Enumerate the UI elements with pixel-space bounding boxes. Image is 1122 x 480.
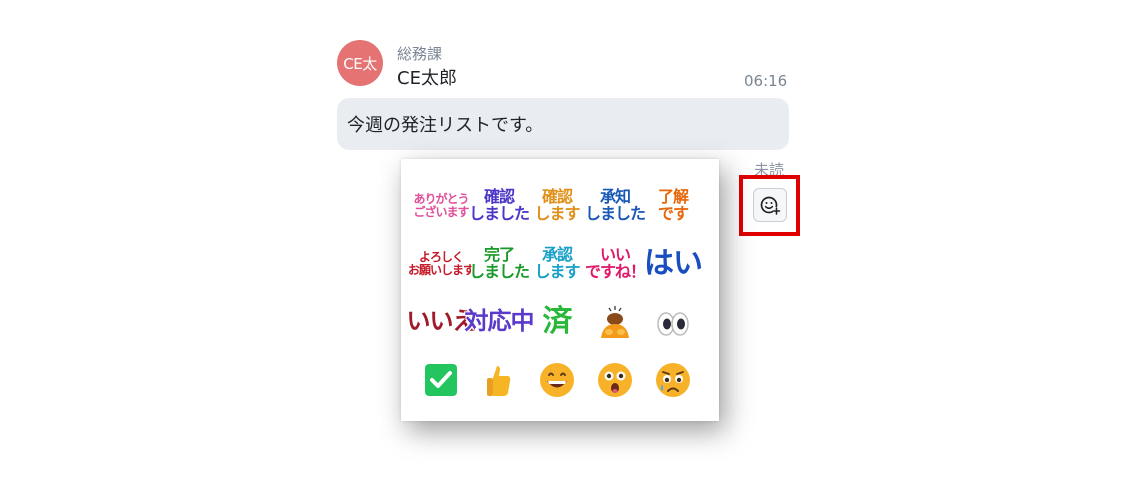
sticker-kakunin-shimasu[interactable]: 確認 します — [528, 177, 586, 235]
message-text: 今週の発注リストです。 — [347, 115, 544, 136]
sticker-arigatou[interactable]: ありがとう ございます — [412, 177, 470, 235]
sticker-line: 対応中 — [464, 307, 535, 336]
sticker-line: 済 — [542, 304, 573, 340]
sticker-ryoukai-desu-text: 了解 です — [657, 188, 689, 223]
sticker-yoroshiku[interactable]: よろしく お願いします — [408, 235, 475, 293]
bowing-person-emoji[interactable] — [586, 293, 644, 351]
sticker-line: しました — [469, 262, 530, 281]
add-reaction-icon — [760, 196, 781, 215]
sticker-kakunin-shimasu-text: 確認 します — [534, 188, 580, 223]
bowing-person-icon — [601, 306, 629, 338]
sticker-grid: ありがとう ございます 確認 しました 確認 します 承知 しました 了解 ですよろしく お願いしま… — [407, 177, 703, 409]
sticker-line: お願いします — [408, 263, 475, 277]
sticker-shounin-shimasu-text: 承認 します — [534, 246, 580, 281]
sticker-kanryou-shimashita-text: 完了 しました — [469, 246, 530, 281]
sticker-line: します — [534, 204, 580, 223]
astonished-face-emoji[interactable] — [586, 351, 644, 409]
sticker-ryoukai-desu[interactable]: 了解 です — [644, 177, 702, 235]
sticker-ii-desu-ne-text: いい ですね！ — [585, 246, 646, 281]
grinning-face-emoji[interactable] — [528, 351, 586, 409]
sticker-taiouchuu-text: 対応中 — [464, 307, 535, 336]
sticker-kakunin-shimashita-text: 確認 しました — [469, 188, 530, 223]
sticker-hai-text: はい — [644, 246, 703, 282]
sticker-shounin-shimasu[interactable]: 承認 します — [528, 235, 586, 293]
check-mark-icon — [425, 364, 457, 396]
department-label: 総務課 — [397, 45, 443, 63]
eyes-emoji[interactable] — [644, 293, 702, 351]
sticker-kakunin-shimashita[interactable]: 確認 しました — [469, 177, 530, 235]
sticker-line: ございます — [413, 205, 469, 219]
sad-relieved-face-icon — [656, 363, 690, 397]
message-bubble: 今週の発注リストです。 — [337, 98, 789, 150]
sticker-iie[interactable]: いいえ — [407, 293, 477, 351]
sender-name: CE太郎 — [397, 68, 457, 89]
sticker-shouchi-shimashita-text: 承知 しました — [585, 188, 646, 223]
sticker-palette: ありがとう ございます 確認 しました 確認 します 承知 しました 了解 ですよろしく お願いしま… — [401, 159, 719, 421]
sticker-hai[interactable]: はい — [644, 235, 703, 293]
sticker-arigatou-text: ありがとう ございます — [413, 193, 469, 219]
avatar[interactable]: CE太 — [337, 40, 383, 86]
sticker-taiouchuu[interactable]: 対応中 — [465, 293, 535, 351]
sticker-zumi-text: 済 — [542, 304, 573, 340]
sticker-line: です — [657, 204, 689, 223]
thumbs-up-icon — [487, 366, 511, 396]
eyes-icon — [657, 312, 689, 336]
sticker-zumi[interactable]: 済 — [528, 293, 586, 351]
sticker-ii-desu-ne[interactable]: いい ですね！ — [585, 235, 646, 293]
sticker-line: しました — [469, 204, 530, 223]
sticker-line: します — [534, 262, 580, 281]
message-timestamp: 06:16 — [744, 72, 788, 90]
sad-relieved-face-emoji[interactable] — [644, 351, 702, 409]
sticker-line: ですね！ — [585, 262, 646, 281]
sticker-line: はい — [644, 246, 703, 282]
grinning-face-icon — [540, 363, 574, 397]
add-reaction-button[interactable] — [753, 188, 787, 222]
sticker-line: しました — [585, 204, 646, 223]
sticker-shouchi-shimashita[interactable]: 承知 しました — [585, 177, 646, 235]
sticker-yoroshiku-text: よろしく お願いします — [408, 251, 475, 277]
check-mark-button-emoji[interactable] — [412, 351, 470, 409]
astonished-face-icon — [598, 363, 632, 397]
sticker-kanryou-shimashita[interactable]: 完了 しました — [469, 235, 530, 293]
thumbs-up-emoji[interactable] — [470, 351, 528, 409]
